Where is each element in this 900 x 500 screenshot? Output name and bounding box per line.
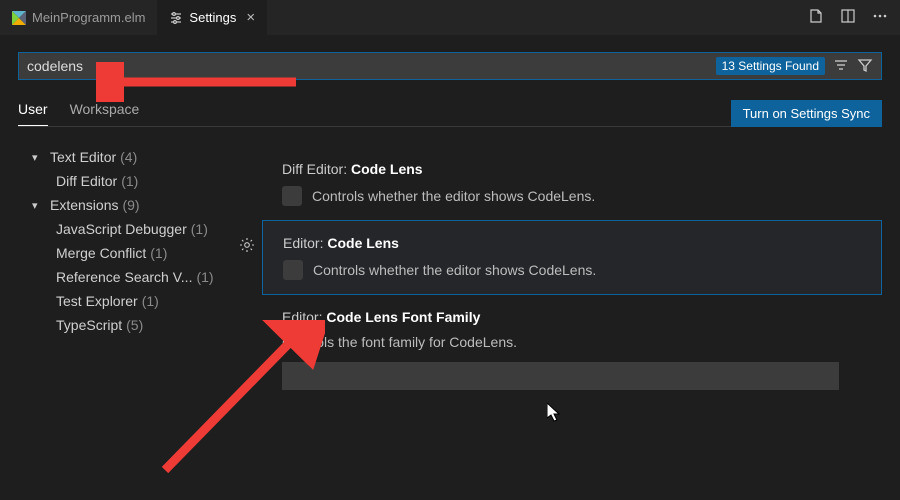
tab-settings-label: Settings — [189, 10, 236, 25]
settings-found-badge: 13 Settings Found — [716, 57, 825, 75]
setting-editor-codelens: Editor: Code Lens Controls whether the e… — [262, 220, 882, 295]
tab-bar: MeinProgramm.elm Settings × — [0, 0, 900, 36]
scope-tab-user[interactable]: User — [18, 101, 48, 126]
setting-description: Controls whether the editor shows CodeLe… — [312, 188, 595, 204]
setting-diff-editor-codelens: Diff Editor: Code Lens Controls whether … — [262, 147, 882, 220]
search-input[interactable] — [27, 53, 716, 79]
split-editor-icon[interactable] — [840, 8, 856, 27]
tree-node-extensions[interactable]: ▾Extensions(9) — [18, 193, 262, 217]
filter-icon[interactable] — [857, 57, 873, 76]
settings-tree: ▾Text Editor(4) Diff Editor(1) ▾Extensio… — [18, 141, 262, 404]
new-file-icon[interactable] — [808, 8, 824, 27]
search-box[interactable]: 13 Settings Found — [18, 52, 882, 80]
settings-lines-icon — [169, 11, 183, 25]
scope-row: User Workspace Turn on Settings Sync — [18, 100, 882, 127]
mouse-cursor — [547, 403, 561, 423]
checkbox-diff-codelens[interactable] — [282, 186, 302, 206]
more-icon[interactable] — [872, 8, 888, 27]
elm-file-icon — [12, 11, 26, 25]
setting-editor-codelens-font-family: Editor: Code Lens Font Family Controls t… — [262, 295, 882, 404]
tree-node-merge-conflict[interactable]: Merge Conflict(1) — [18, 241, 262, 265]
tree-node-diff-editor[interactable]: Diff Editor(1) — [18, 169, 262, 193]
search-row: 13 Settings Found — [18, 52, 882, 80]
setting-description: Controls the font family for CodeLens. — [282, 334, 862, 350]
tab-file-label: MeinProgramm.elm — [32, 10, 145, 25]
close-icon[interactable]: × — [246, 9, 255, 26]
tree-node-text-editor[interactable]: ▾Text Editor(4) — [18, 145, 262, 169]
gear-icon[interactable] — [239, 237, 255, 256]
tree-node-test-explorer[interactable]: Test Explorer(1) — [18, 289, 262, 313]
settings-list: Diff Editor: Code Lens Controls whether … — [262, 141, 882, 404]
tree-node-js-debugger[interactable]: JavaScript Debugger(1) — [18, 217, 262, 241]
chevron-down-icon: ▾ — [32, 199, 46, 212]
clear-search-icon[interactable] — [833, 57, 849, 76]
checkbox-editor-codelens[interactable] — [283, 260, 303, 280]
settings-sync-button[interactable]: Turn on Settings Sync — [731, 100, 882, 127]
chevron-down-icon: ▾ — [32, 151, 46, 164]
tree-node-reference-search[interactable]: Reference Search V...(1) — [18, 265, 262, 289]
codelens-font-family-input[interactable] — [282, 362, 839, 390]
scope-tab-workspace[interactable]: Workspace — [70, 101, 140, 126]
setting-description: Controls whether the editor shows CodeLe… — [313, 262, 596, 278]
tab-actions — [808, 8, 900, 27]
tab-settings[interactable]: Settings × — [157, 0, 267, 36]
tree-node-typescript[interactable]: TypeScript(5) — [18, 313, 262, 337]
tab-file[interactable]: MeinProgramm.elm — [0, 0, 157, 36]
